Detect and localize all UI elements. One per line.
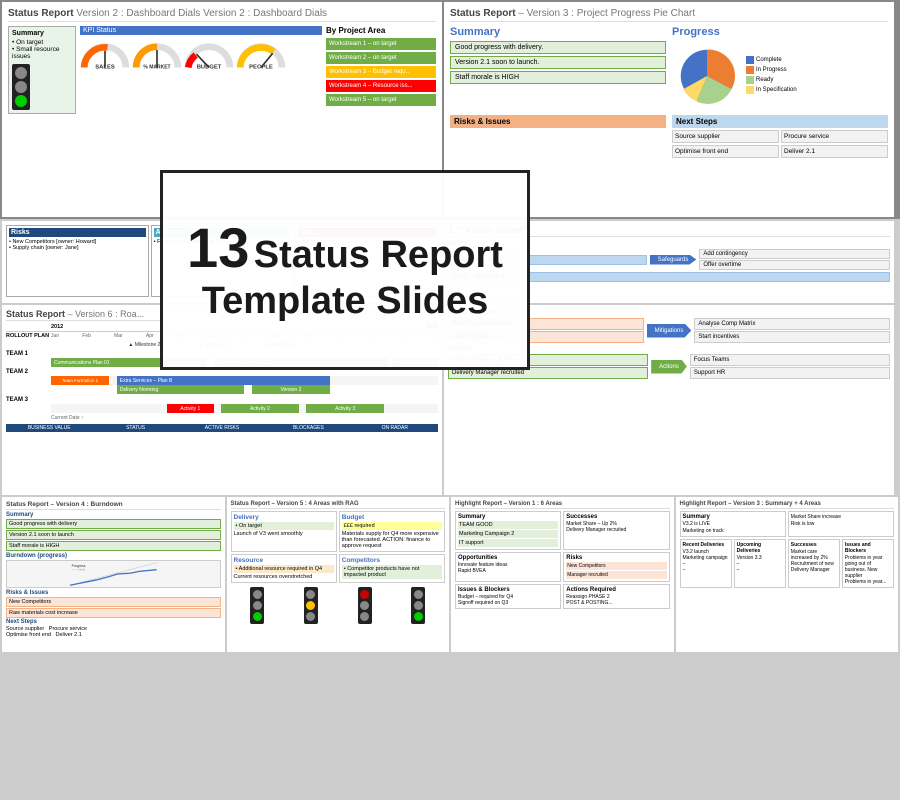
risks-col: Risks • New Competitors [owner: Howard] …: [6, 225, 149, 297]
mitigations-arrow: Mitigations: [647, 324, 692, 338]
h2-market-share: Market Share increase Risk is low: [788, 511, 894, 537]
next-step-optimise: Optimise front end: [672, 145, 779, 158]
slide1-title: Status Report: [8, 8, 74, 19]
h1-actions: Actions Required Reassign PHASE 2 POST &…: [563, 584, 669, 609]
mitigation2: Start incentives: [694, 331, 890, 343]
dial-people: PEOPLE: [236, 38, 286, 77]
overlay-line1: Status Report: [254, 234, 503, 276]
next-step-deliver: Deliver 2.1: [781, 145, 888, 158]
h2-recent: Recent Deliveries V3.2 launch Marketing …: [680, 539, 732, 588]
overlay-content: 13 Status Report Template Slides: [187, 216, 503, 324]
rag-traffic-lights: [231, 587, 446, 624]
slide2-header: Status Report – Version 3 : Project Prog…: [450, 8, 888, 22]
overlay-number: 13: [187, 216, 249, 279]
mitigation1: Analyse Comp Matrix: [694, 318, 890, 330]
report-table: BUSINESS VALUESTATUSACTIVE RISKSBLOCKAGE…: [6, 424, 438, 432]
risks-issues-heading: Risks & Issues: [450, 115, 666, 128]
actions-arrow: Actions: [651, 360, 687, 374]
slide-burndown: Status Report – Version 4 : Burndown Sum…: [2, 497, 225, 652]
pie-legend: Complete In Progress Ready In Specificat…: [746, 56, 797, 96]
summary-item3: Staff morale is HIGH: [450, 71, 666, 84]
svg-text:SALES: SALES: [95, 64, 115, 70]
slide1-subtitle: Version 2 : Dashboard Dials: [76, 8, 200, 19]
ws2: Workstream 2 – on target: [326, 52, 436, 64]
kpi-section: KPI Status SALES: [80, 26, 322, 114]
h2-summary: Summary V3.2 is LIVE Marketing on track: [680, 511, 786, 537]
dial-budget: BUDGET: [184, 38, 234, 77]
overlay-line2: Template Slides: [202, 280, 489, 322]
summary-panel: Summary • On target • Small resource iss…: [8, 26, 76, 114]
highlight2-header: Highlight Report – Version 3 : Summary +…: [680, 501, 895, 509]
next-steps-heading: Next Steps: [672, 115, 888, 128]
overlay-text-box: 13 Status Report Template Slides: [160, 170, 530, 370]
summary-item2: Version 2.1 soon to launch.: [450, 56, 666, 69]
h1-summary: Summary TEAM GOOD Marketing Campaign 2 I…: [455, 511, 561, 550]
rag-competitors: Competitors • Competitor products have n…: [339, 554, 445, 583]
safeguard1: Add contingency: [699, 249, 890, 259]
slide-highlight2: Highlight Report – Version 3 : Summary +…: [676, 497, 899, 652]
summary-heading: Summary: [450, 26, 666, 38]
ws3: Workstream 3 – Budget requ...: [326, 66, 436, 78]
h1-successes: Successes Market Share – Up 2% Delivery …: [563, 511, 669, 550]
by-project-area: By Project Area Workstream 1 – on target…: [326, 26, 436, 114]
traffic-light: [12, 64, 30, 110]
safeguard2: Offer overtime: [699, 260, 890, 270]
rag-resource: Resource • Additional resource required …: [231, 554, 337, 583]
burndown-chart: Progress —— Ideal: [6, 560, 221, 588]
svg-text:BUDGET: BUDGET: [197, 64, 222, 70]
h1-risks: Risks New Competitors Manager recruited: [563, 552, 669, 582]
action1: Focus Teams: [690, 354, 890, 366]
safeguards-arrow: Safeguards: [650, 255, 697, 265]
svg-text:% MARKET: % MARKET: [143, 64, 170, 70]
h1-opportunities: Opportunities Innovate feature ideas Rap…: [455, 552, 561, 582]
next-step-source: Source supplier: [672, 130, 779, 143]
team3-section: TEAM 3 Activity 1 Activity 2 Activity 3 …: [6, 397, 438, 421]
svg-text:—— Ideal: —— Ideal: [72, 568, 86, 572]
burndown-header: Status Report – Version 4 : Burndown: [6, 501, 221, 510]
team2-section: TEAM 2 Team Formation 1 Extra Services –…: [6, 369, 438, 395]
ws1: Workstream 1 – on target: [326, 38, 436, 50]
summary-title: Summary: [12, 30, 72, 37]
h2-issues-blockers: Issues and Blockers Problems in year goi…: [842, 539, 894, 588]
summary-item1: Good progress with delivery.: [450, 41, 666, 54]
dial-sales: SALES: [80, 38, 130, 77]
by-project-title: By Project Area: [326, 26, 436, 35]
progress-heading: Progress: [672, 26, 888, 38]
kpi-title: KPI Status: [80, 26, 322, 35]
dial-market: % MARKET: [132, 38, 182, 77]
slide-rag: Status Report – Version 5 : 4 Areas with…: [227, 497, 450, 652]
h2-successes: Successes Market care increased by 2% Re…: [788, 539, 840, 588]
rag-header: Status Report – Version 5 : 4 Areas with…: [231, 501, 446, 509]
action2: Support HR: [690, 367, 890, 379]
h2-upcoming: Upcoming Deliveries Version 3.3 – –: [734, 539, 786, 588]
ws4: Workstream 4 – Resource iss...: [326, 80, 436, 92]
risks-col-title: Risks: [9, 228, 146, 237]
rag-delivery: Delivery • On target Launch of V3 went s…: [231, 511, 337, 552]
next-step-procure: Procure service: [781, 130, 888, 143]
ws5: Workstream 5 – on target: [326, 94, 436, 106]
h1-issues: Issues & Blockers Budget – required for …: [455, 584, 561, 609]
svg-text:PEOPLE: PEOPLE: [249, 64, 273, 70]
slide-highlight1: Highlight Report – Version 1 : 6 Areas S…: [451, 497, 674, 652]
pie-chart-container: Complete In Progress Ready In Specificat…: [672, 41, 888, 111]
highlight1-header: Highlight Report – Version 1 : 6 Areas: [455, 501, 670, 509]
rag-budget: Budget £££ required Materials supply for…: [339, 511, 445, 552]
